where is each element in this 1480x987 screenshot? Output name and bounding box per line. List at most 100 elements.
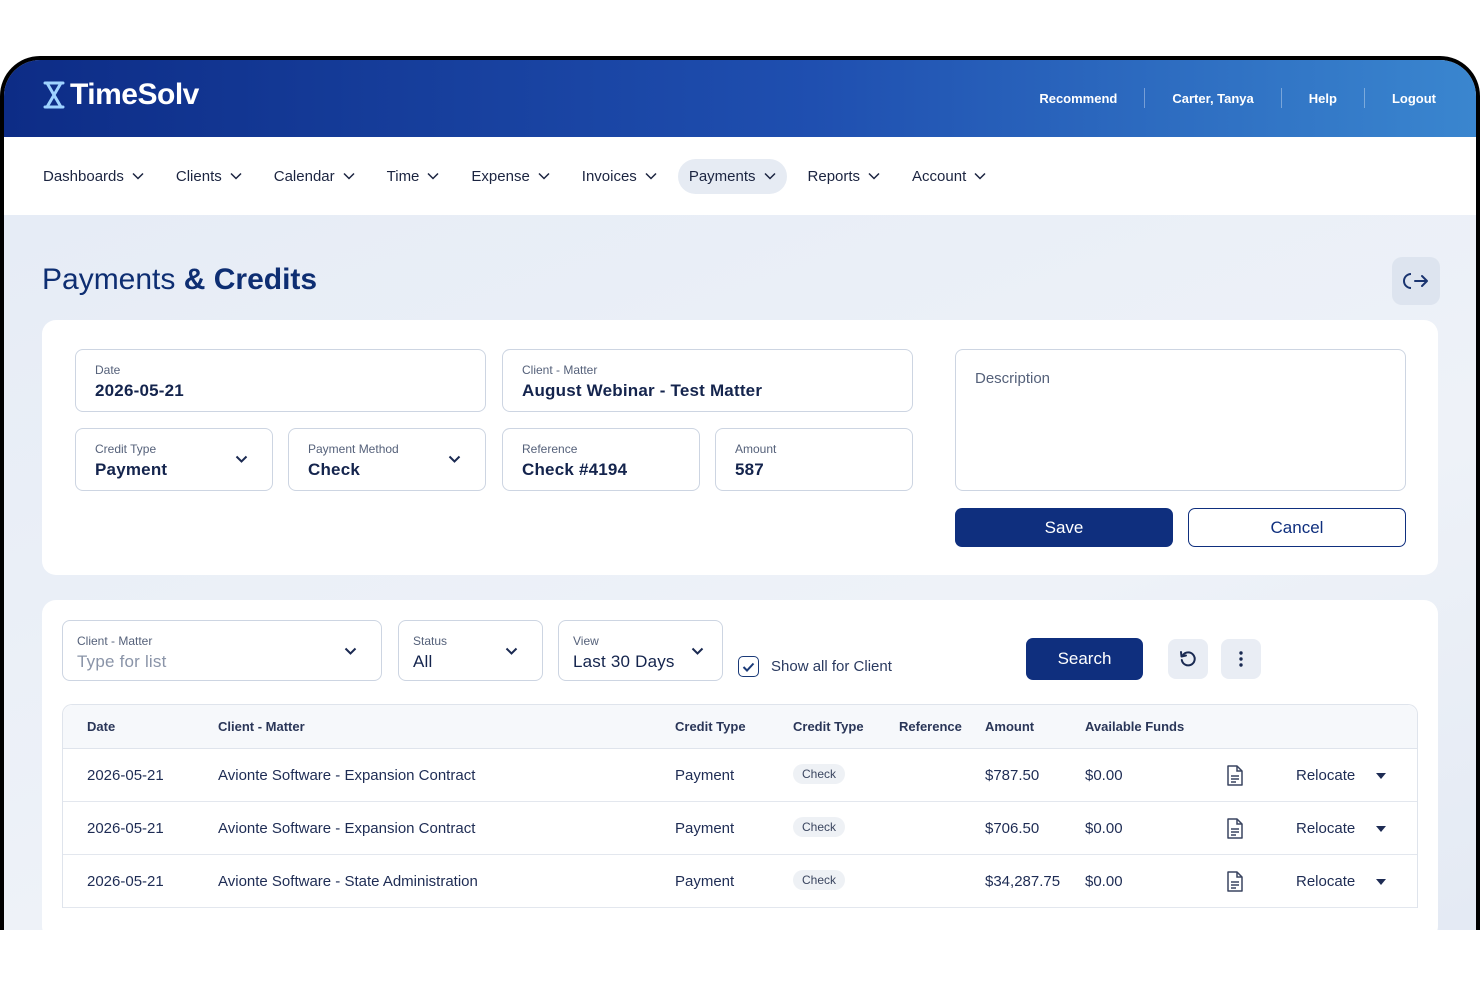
cell-amount: $34,287.75	[985, 873, 1061, 890]
cell-client-matter[interactable]: Avionte Software - State Administration	[218, 873, 478, 890]
caret-down-icon[interactable]	[1376, 879, 1386, 885]
relocate-link[interactable]: Relocate	[1296, 767, 1355, 784]
refresh-icon	[1180, 651, 1196, 667]
column-header-client-matter[interactable]: Client - Matter	[218, 719, 305, 734]
logo-text: TimeSolv	[70, 78, 199, 111]
table-header: Date Client - Matter Credit Type Credit …	[63, 705, 1417, 749]
document-icon[interactable]	[1226, 765, 1244, 786]
reference-field[interactable]: Reference Check #4194	[502, 428, 700, 491]
table-row[interactable]: 2026-05-21 Avionte Software - Expansion C…	[63, 749, 1417, 802]
relocate-link[interactable]: Relocate	[1296, 873, 1355, 890]
cell-client-matter[interactable]: Avionte Software - Expansion Contract	[218, 820, 475, 837]
toggle-view-button[interactable]	[1392, 257, 1440, 305]
nav-item-payments[interactable]: Payments	[677, 158, 787, 194]
nav-item-label: Payments	[688, 167, 756, 185]
save-button[interactable]: Save	[955, 508, 1173, 547]
date-field[interactable]: Date 2026-05-21	[75, 349, 486, 412]
filter-status-select[interactable]: Status All	[398, 620, 543, 681]
cell-amount: $706.50	[985, 820, 1040, 837]
table-body: 2026-05-21 Avionte Software - Expansion C…	[63, 749, 1417, 908]
main-nav: Dashboards Clients Calendar Time Expense Invo…	[4, 137, 1476, 215]
nav-item-time[interactable]: Time	[376, 159, 451, 194]
chevron-down-icon	[343, 172, 355, 180]
top-header: TimeSolv Recommend Carter, Tanya Help Lo…	[4, 60, 1476, 137]
amount-label: Amount	[735, 442, 777, 456]
nav-item-calendar[interactable]: Calendar	[263, 159, 366, 194]
column-header-date[interactable]: Date	[87, 719, 115, 734]
filter-status-value: All	[413, 652, 433, 671]
caret-down-icon[interactable]	[1376, 826, 1386, 832]
recommend-link[interactable]: Recommend	[1012, 91, 1144, 106]
credit-type-select[interactable]: Credit Type Payment	[75, 428, 273, 491]
filter-client-matter-select[interactable]: Client - Matter Type for list	[62, 620, 382, 681]
reference-value: Check #4194	[522, 460, 628, 479]
reference-label: Reference	[522, 442, 578, 456]
amount-value: 587	[735, 460, 764, 479]
payments-table: Date Client - Matter Credit Type Credit …	[62, 704, 1418, 908]
nav-item-invoices[interactable]: Invoices	[571, 159, 668, 194]
filter-view-select[interactable]: View Last 30 Days	[558, 620, 723, 681]
chevron-down-icon	[538, 172, 550, 180]
cell-amount: $787.50	[985, 767, 1040, 784]
cell-credit-type: Payment	[675, 767, 735, 784]
timesolv-logo[interactable]: TimeSolv	[42, 78, 199, 112]
nav-item-account[interactable]: Account	[901, 159, 997, 194]
refresh-button[interactable]	[1168, 639, 1208, 679]
description-field[interactable]: Description	[955, 349, 1406, 491]
page-title-light: Payments	[42, 263, 176, 296]
table-row[interactable]: 2026-05-21 Avionte Software - Expansion C…	[63, 802, 1417, 855]
more-options-button[interactable]	[1221, 639, 1261, 679]
document-icon[interactable]	[1226, 818, 1244, 839]
chevron-down-icon	[974, 172, 986, 180]
client-matter-field[interactable]: Client - Matter August Webinar - Test Ma…	[502, 349, 913, 412]
client-matter-label: Client - Matter	[522, 363, 598, 377]
logout-link[interactable]: Logout	[1365, 91, 1436, 106]
relocate-link[interactable]: Relocate	[1296, 820, 1355, 837]
column-header-reference[interactable]: Reference	[899, 719, 962, 734]
show-all-label: Show all for Client	[771, 658, 892, 675]
nav-item-dashboards[interactable]: Dashboards	[32, 159, 155, 194]
column-header-amount[interactable]: Amount	[985, 719, 1034, 734]
method-badge: Check	[793, 870, 846, 890]
caret-down-icon[interactable]	[1376, 773, 1386, 779]
column-header-credit-type[interactable]: Credit Type	[675, 719, 746, 734]
date-label: Date	[95, 363, 121, 377]
cell-available-funds: $0.00	[1085, 820, 1123, 837]
nav-item-label: Reports	[807, 167, 861, 185]
page-title-bold: & Credits	[183, 263, 318, 296]
cell-available-funds: $0.00	[1085, 873, 1123, 890]
credit-type-label: Credit Type	[95, 442, 157, 456]
search-button[interactable]: Search	[1026, 638, 1143, 680]
payment-entry-card: Date 2026-05-21 Client - Matter August W…	[42, 320, 1438, 575]
cell-client-matter[interactable]: Avionte Software - Expansion Contract	[218, 767, 475, 784]
chevron-down-icon	[868, 172, 880, 180]
chevron-down-icon	[427, 172, 439, 180]
nav-item-label: Dashboards	[43, 167, 124, 185]
nav-item-clients[interactable]: Clients	[165, 159, 253, 194]
cell-date: 2026-05-21	[87, 820, 164, 837]
method-badge: Check	[793, 817, 846, 837]
nav-item-label: Time	[386, 167, 420, 185]
table-row[interactable]: 2026-05-21 Avionte Software - State Admin…	[63, 855, 1417, 908]
user-name-link[interactable]: Carter, Tanya	[1145, 91, 1280, 106]
amount-field[interactable]: Amount 587	[715, 428, 913, 491]
checkbox-box[interactable]	[738, 656, 759, 677]
document-icon[interactable]	[1226, 871, 1244, 892]
column-header-available-funds[interactable]: Available Funds	[1085, 719, 1184, 734]
help-link[interactable]: Help	[1282, 91, 1364, 106]
chevron-down-icon	[344, 647, 357, 655]
payment-method-label: Payment Method	[308, 442, 399, 456]
more-vertical-icon	[1239, 651, 1243, 667]
chevron-down-icon	[230, 172, 242, 180]
filter-client-matter-label: Client - Matter	[77, 634, 153, 648]
app-frame: TimeSolv Recommend Carter, Tanya Help Lo…	[0, 56, 1480, 930]
show-all-for-client-checkbox[interactable]: Show all for Client	[738, 656, 892, 677]
cancel-button[interactable]: Cancel	[1188, 508, 1406, 547]
method-badge: Check	[793, 764, 846, 784]
filter-view-value: Last 30 Days	[573, 652, 675, 671]
nav-item-reports[interactable]: Reports	[797, 159, 892, 194]
payment-method-select[interactable]: Payment Method Check	[288, 428, 486, 491]
header-links: Recommend Carter, Tanya Help Logout	[1012, 88, 1436, 108]
column-header-credit-method[interactable]: Credit Type	[793, 719, 864, 734]
nav-item-expense[interactable]: Expense	[460, 159, 560, 194]
